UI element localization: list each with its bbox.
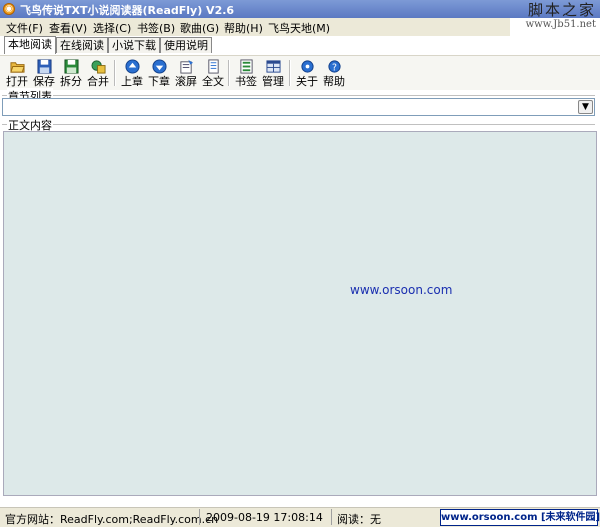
menu-view[interactable]: 查看(V) [49, 20, 87, 36]
menu-file[interactable]: 文件(F) [6, 20, 43, 36]
help-button[interactable]: ? 帮助 [321, 59, 347, 89]
merge-label: 合并 [87, 75, 109, 88]
tab-instructions[interactable]: 使用说明 [160, 37, 212, 53]
arrow-down-circle-icon [151, 59, 167, 74]
status-bar: 官方网站：ReadFly.com;ReadFly.com.cn 2009-08-… [0, 507, 600, 527]
bookmark-button[interactable]: 书签 [233, 59, 259, 89]
save-button[interactable]: 保存 [31, 59, 57, 89]
status-divider [331, 509, 332, 525]
menu-help[interactable]: 帮助(H) [224, 20, 263, 36]
menu-select[interactable]: 选择(C) [93, 20, 131, 36]
open-label: 打开 [6, 75, 28, 88]
manage-label: 管理 [262, 75, 284, 88]
toolbar-separator [289, 60, 291, 86]
scroll-screen-label: 滚屏 [175, 75, 197, 88]
full-text-label: 全文 [202, 75, 224, 88]
merge-button[interactable]: 合并 [85, 59, 111, 89]
full-text-icon [207, 59, 219, 74]
toolbar: 打开 保存 拆分 合并 上章 下章 滚屏 全文 书签 管理 关于 ? 帮助 [0, 55, 600, 90]
status-reading: 阅读：无 [337, 513, 381, 526]
site-watermark: 脚本之家 www.Jb51.net [506, 2, 596, 31]
scroll-page-icon [179, 59, 193, 74]
menu-song[interactable]: 歌曲(G) [180, 20, 219, 36]
title-bar: ◉ 飞鸟传说TXT小说阅读器(ReadFly) V2.6 脚本之家 www.Jb… [0, 0, 600, 30]
chapter-list-select[interactable]: ▼ [2, 98, 595, 116]
folder-open-icon [9, 62, 25, 73]
bookmark-label: 书签 [235, 75, 257, 88]
scroll-screen-button[interactable]: 滚屏 [173, 59, 199, 89]
split-button[interactable]: 拆分 [58, 59, 84, 89]
merge-icon [90, 60, 106, 74]
tab-online-reading[interactable]: 在线阅读 [56, 37, 108, 53]
toolbar-separator [114, 60, 116, 86]
content-divider [2, 124, 595, 125]
help-label: 帮助 [323, 75, 345, 88]
full-text-button[interactable]: 全文 [200, 59, 226, 89]
floppy-disk-icon [36, 59, 52, 74]
menu-feiniao[interactable]: 飞鸟天地(M) [268, 20, 330, 36]
tab-local-reading[interactable]: 本地阅读 [4, 36, 56, 54]
split-disk-icon [63, 59, 79, 74]
svg-text:?: ? [332, 62, 337, 73]
open-button[interactable]: 打开 [4, 59, 30, 89]
split-label: 拆分 [60, 75, 82, 88]
brand-watermark: www.orsoon.com [未来软件园] [440, 509, 600, 526]
chevron-down-icon[interactable]: ▼ [578, 100, 593, 114]
content-watermark: www.orsoon.com [350, 283, 453, 297]
status-divider [199, 509, 200, 525]
tab-strip: 本地阅读 在线阅读 小说下载 使用说明 [0, 36, 600, 54]
manage-grid-icon [265, 60, 281, 73]
window-title: 飞鸟传说TXT小说阅读器(ReadFly) V2.6 [20, 4, 235, 17]
arrow-up-circle-icon [124, 59, 140, 74]
previous-chapter-label: 上章 [121, 75, 143, 88]
chapter-list-divider [2, 95, 595, 96]
next-chapter-button[interactable]: 下章 [146, 59, 172, 89]
about-label: 关于 [296, 75, 318, 88]
tab-novel-download[interactable]: 小说下载 [108, 37, 160, 53]
menu-bar: 文件(F) 查看(V) 选择(C) 书签(B) 歌曲(G) 帮助(H) 飞鸟天地… [0, 18, 510, 36]
manage-button[interactable]: 管理 [260, 59, 286, 89]
status-official-site: 官方网站：ReadFly.com;ReadFly.com.cn [5, 513, 219, 526]
about-button[interactable]: 关于 [294, 59, 320, 89]
content-text-area[interactable]: www.orsoon.com [3, 131, 597, 496]
watermark-site-name: 脚本之家 [527, 1, 596, 19]
save-label: 保存 [33, 75, 55, 88]
previous-chapter-button[interactable]: 上章 [119, 59, 145, 89]
app-icon[interactable]: ◉ [3, 3, 15, 15]
menu-bookmark[interactable]: 书签(B) [137, 20, 175, 36]
status-datetime: 2009-08-19 17:08:14 [206, 511, 323, 524]
next-chapter-label: 下章 [148, 75, 170, 88]
help-icon: ? [327, 60, 341, 73]
toolbar-separator [228, 60, 230, 86]
bookmark-list-icon [239, 59, 253, 74]
watermark-site-url: www.Jb51.net [525, 19, 596, 30]
about-eye-icon [300, 60, 314, 73]
